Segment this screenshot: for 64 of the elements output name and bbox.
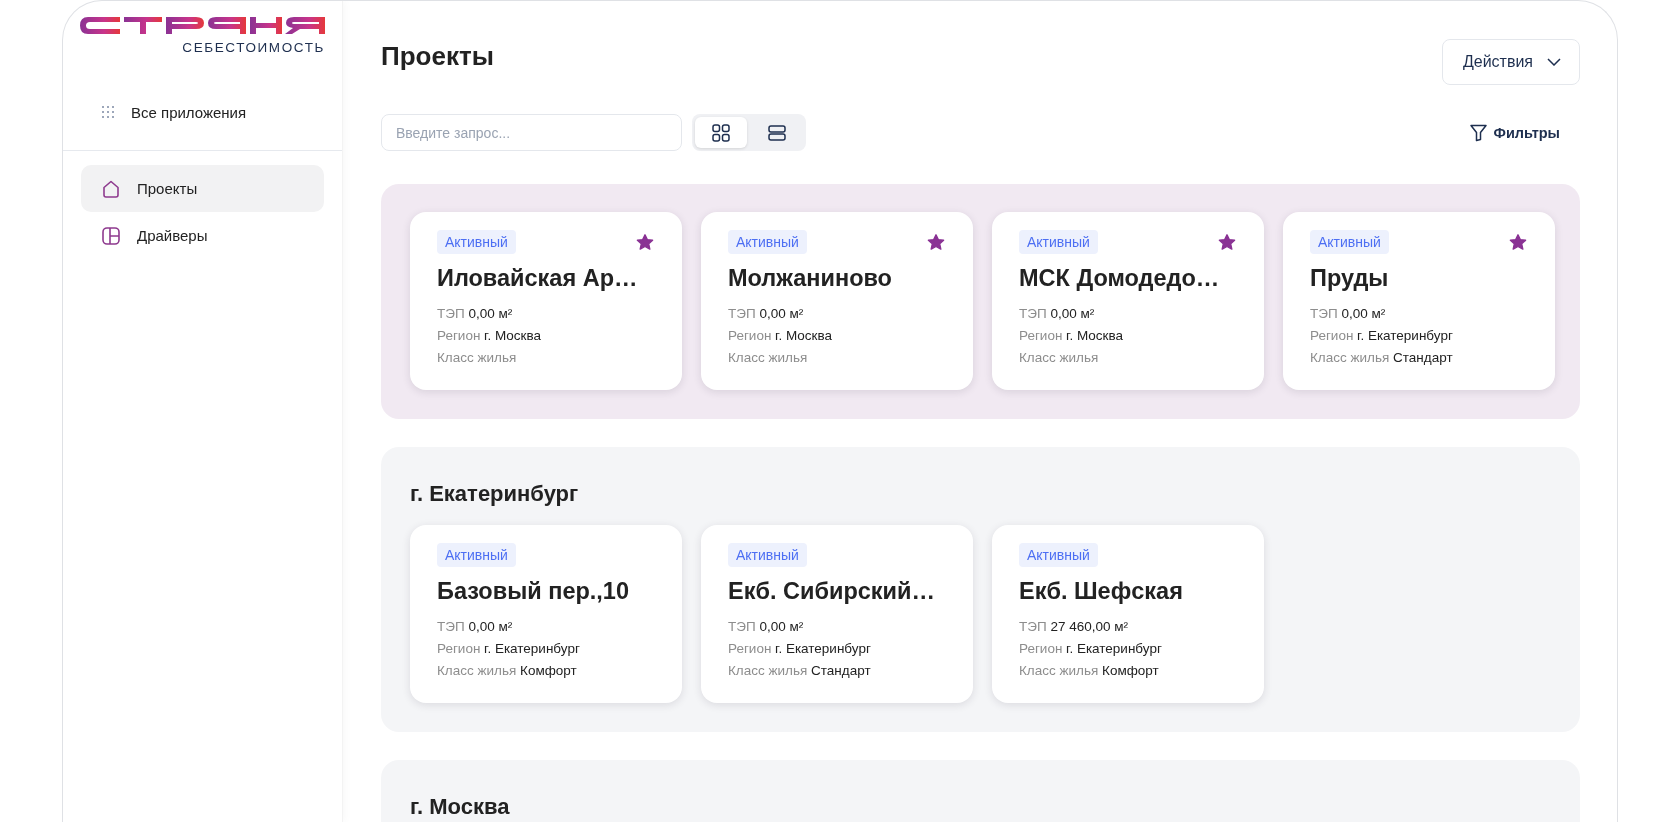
project-card[interactable]: Активный Базовый пер.,10 ТЭП 0,00 м² Регион г. Екатеринбург Класс жилья Комфорт <box>410 525 682 703</box>
star-icon[interactable] <box>927 233 945 251</box>
project-field: ТЭП 0,00 м² <box>728 616 945 638</box>
project-field: Класс жилья Комфорт <box>1019 660 1236 682</box>
group-title: г. Москва <box>410 793 511 821</box>
brand-subtitle: СЕБЕСТОИМОСТЬ <box>182 40 325 55</box>
status-badge: Активный <box>1019 543 1098 567</box>
project-field: ТЭП 0,00 м² <box>1310 303 1527 325</box>
status-badge: Активный <box>728 230 807 254</box>
project-name: Екб. Сибирский… <box>728 577 936 606</box>
funnel-icon <box>1468 123 1488 142</box>
project-card[interactable]: Активный Молжаниново ТЭП 0,00 м² Регион г. Москва Класс жилья <box>701 212 973 390</box>
view-toggle[interactable] <box>695 117 747 148</box>
grid-icon <box>711 122 731 143</box>
project-card[interactable]: Активный Екб. Шефская ТЭП 27 460,00 м² Регион г. Екатеринбург Класс жилья Комфорт <box>992 525 1264 703</box>
project-card[interactable]: Активный Екб. Сибирский… ТЭП 0,00 м² Регион г. Екатеринбург Класс жилья Стандарт <box>701 525 973 703</box>
project-field: Регион г. Екатеринбург <box>1019 638 1236 660</box>
chevron-down-icon <box>1547 58 1561 66</box>
project-name: Молжаниново <box>728 264 893 293</box>
actions-button[interactable]: Действия <box>1441 39 1580 85</box>
project-field: Класс жилья <box>1019 347 1236 369</box>
project-field: Регион г. Екатеринбург <box>437 638 654 660</box>
project-field: Класс жилья Стандарт <box>728 660 945 682</box>
project-field: ТЭП 0,00 м² <box>1019 303 1236 325</box>
project-name: Иловайская Ар… <box>437 264 639 293</box>
nav-item[interactable]: Проекты <box>81 165 324 212</box>
project-field: Регион г. Екатеринбург <box>728 638 945 660</box>
project-field: Класс жилья Комфорт <box>437 660 654 682</box>
project-field: ТЭП 0,00 м² <box>728 303 945 325</box>
status-badge: Активный <box>437 543 516 567</box>
project-card[interactable]: Активный МСК Домодедо… ТЭП 0,00 м² Регион г. Москва Класс жилья <box>992 212 1264 390</box>
status-badge: Активный <box>1310 230 1389 254</box>
project-name: МСК Домодедо… <box>1019 264 1221 293</box>
nav-item[interactable]: Драйверы <box>81 212 324 259</box>
star-icon[interactable] <box>1218 233 1236 251</box>
project-field: ТЭП 0,00 м² <box>437 616 654 638</box>
list-icon <box>767 122 787 143</box>
layout-icon <box>101 225 121 246</box>
status-badge: Активный <box>728 543 807 567</box>
project-card[interactable]: Активный Иловайская Ар… ТЭП 0,00 м² Регион г. Москва Класс жилья <box>410 212 682 390</box>
star-icon[interactable] <box>636 233 654 251</box>
project-field: ТЭП 27 460,00 м² <box>1019 616 1236 638</box>
project-field: Регион г. Москва <box>1019 325 1236 347</box>
project-field: Класс жилья <box>728 347 945 369</box>
group-title: г. Екатеринбург <box>410 480 580 508</box>
project-name: Базовый пер.,10 <box>437 577 630 606</box>
home-icon <box>101 178 121 199</box>
search-field[interactable]: Введите запрос... <box>381 114 682 151</box>
page-title: Проекты <box>381 40 494 72</box>
all-apps-link[interactable]: Все приложения <box>81 92 324 132</box>
project-card[interactable]: Активный Пруды ТЭП 0,00 м² Регион г. Екатеринбург Класс жилья Стандарт <box>1283 212 1555 390</box>
project-field: ТЭП 0,00 м² <box>437 303 654 325</box>
project-name: Пруды <box>1310 264 1390 293</box>
project-field: Класс жилья <box>437 347 654 369</box>
project-field: Регион г. Москва <box>437 325 654 347</box>
star-icon[interactable] <box>1509 233 1527 251</box>
status-badge: Активный <box>437 230 516 254</box>
project-field: Класс жилья Стандарт <box>1310 347 1527 369</box>
project-name: Екб. Шефская <box>1019 577 1184 606</box>
filters-button[interactable]: Фильтры <box>1462 122 1566 143</box>
dots-grid-icon <box>101 105 115 119</box>
project-field: Регион г. Москва <box>728 325 945 347</box>
project-field: Регион г. Екатеринбург <box>1310 325 1527 347</box>
status-badge: Активный <box>1019 230 1098 254</box>
